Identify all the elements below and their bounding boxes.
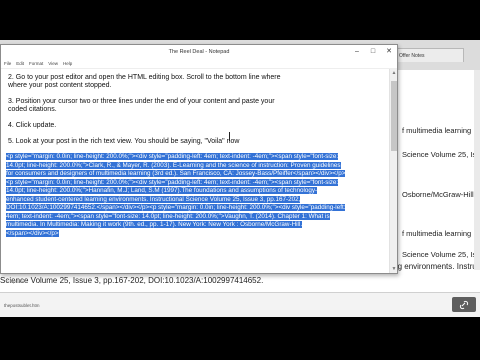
selected-line: <p style="margin: 0.0in; line-height: 20… (6, 178, 339, 186)
link-icon (459, 300, 469, 309)
footer-status-text: thepostsublet.htm (4, 303, 40, 308)
scroll-down-icon[interactable]: ▼ (390, 265, 397, 273)
minimize-icon[interactable]: – (349, 45, 365, 59)
editor-line: 2. Go to your post editor and open the H… (8, 74, 281, 81)
menu-view[interactable]: View (48, 59, 58, 68)
editor-scrollbar[interactable]: ▲ ▼ (389, 69, 397, 273)
close-icon[interactable]: ✕ (381, 45, 397, 59)
menu-file[interactable]: File (4, 59, 11, 68)
editor-line: 4. Click update. (8, 122, 57, 129)
selected-line: DOI:10.1023/A:1002997414652.</span></div… (6, 204, 346, 211)
page-text-line: f multimedia learning (402, 229, 472, 238)
browser-footer: thepostsublet.htm (0, 292, 480, 317)
selected-line: <p style="margin: 0.0in; line-height: 20… (6, 153, 339, 160)
browser-scrollbar[interactable] (474, 70, 480, 270)
editor-line: 5. Look at your post in the rich text vi… (8, 138, 240, 145)
notepad-window: The Reel Deal - Notepad – □ ✕ File Edit … (0, 44, 398, 274)
selected-line: 14.0pt; line-height: 200.0%;">Clark, R.,… (6, 161, 341, 169)
selected-line: enhanced student-centered learning envir… (6, 195, 301, 203)
menu-edit[interactable]: Edit (16, 59, 24, 68)
selected-line: for consumers and designers of multimedi… (6, 170, 346, 177)
page-text-line: Science Volume 25, Issue 3, pp.167-202, … (0, 276, 264, 285)
update-link[interactable]: < Update (6, 279, 24, 284)
menu-format[interactable]: Format (29, 59, 43, 68)
scroll-up-icon[interactable]: ▲ (390, 69, 397, 77)
selected-line: 4em; text-indent: -4em;"><span style="fo… (6, 212, 330, 220)
selected-line: multimedia. In Multimedia: Making it wor… (6, 221, 303, 228)
window-controls: – □ ✕ (349, 45, 397, 59)
window-title: The Reel Deal - Notepad (168, 49, 230, 55)
screen: Offer Notes f multimedia learning Scienc… (0, 40, 480, 317)
menu-help[interactable]: Help (63, 59, 72, 68)
editor-line: coded citations. (8, 106, 57, 113)
page-text-line: f multimedia learning (402, 126, 472, 135)
scroll-thumb[interactable] (391, 81, 397, 151)
menu-bar: File Edit Format View Help (1, 59, 397, 69)
selected-line: 14.0pt; line-height: 200.0%;">Hannafin, … (6, 187, 318, 194)
page-text-line: Osborne/McGraw-Hill. (402, 190, 476, 199)
maximize-icon[interactable]: □ (365, 45, 381, 59)
page-text-line: Science Volume 25, Issue 3, pp.167-202, … (402, 150, 480, 159)
page-text-line: Science Volume 25, Issue 3, pp.167-202, … (402, 250, 480, 259)
browser-tab[interactable]: Offer Notes (394, 48, 464, 62)
editor-line: where your post content stopped. (8, 82, 112, 89)
notepad-titlebar[interactable]: The Reel Deal - Notepad – □ ✕ (1, 45, 397, 59)
share-button[interactable] (452, 297, 476, 312)
editor-line: 3. Position your cursor two or three lin… (8, 98, 275, 105)
selected-line: </span></div></p> (6, 229, 59, 237)
text-editor[interactable]: 2. Go to your post editor and open the H… (2, 69, 388, 273)
text-cursor (229, 132, 230, 141)
